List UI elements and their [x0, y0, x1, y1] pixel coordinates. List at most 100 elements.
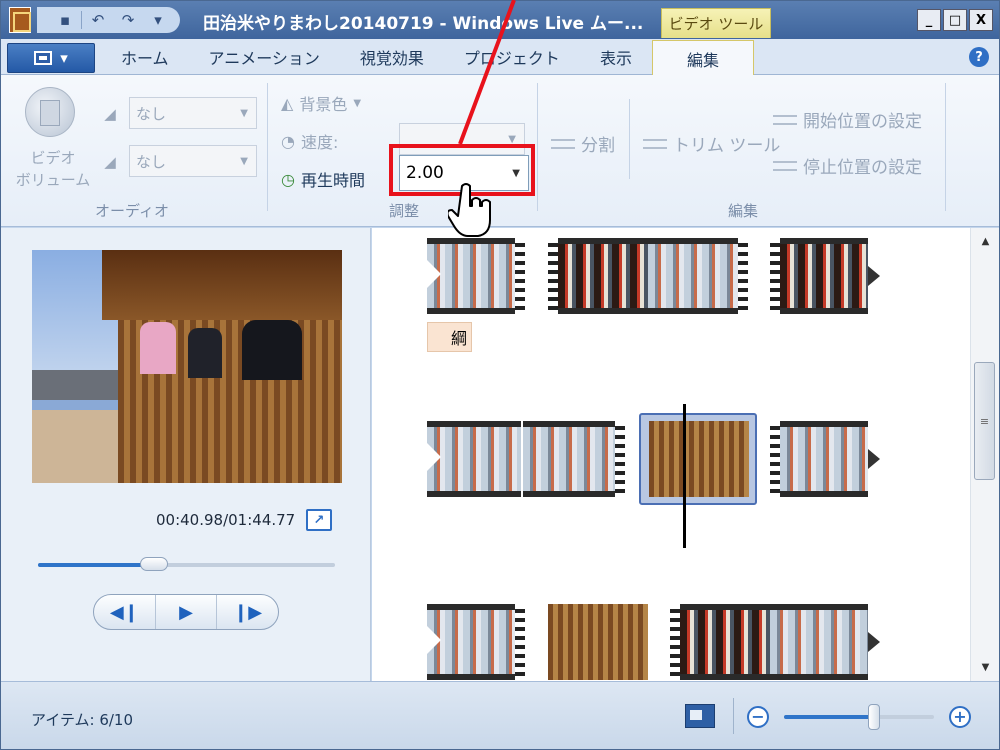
seek-bar-thumb[interactable]: [139, 557, 168, 571]
preview-person: [140, 322, 176, 374]
storyboard-scrollbar[interactable]: ▲ ≡ ▼: [970, 228, 999, 681]
seek-bar-fill: [38, 563, 154, 567]
fade-out-icon: ◢: [104, 153, 116, 171]
fade-in-select[interactable]: なし ▼: [129, 97, 257, 129]
play-button[interactable]: ▶: [154, 595, 217, 629]
fade-out-select[interactable]: なし ▼: [129, 145, 257, 177]
clip-thumbnail: [780, 238, 868, 314]
minimize-button[interactable]: _: [917, 9, 941, 31]
film-sprocket: [670, 604, 680, 680]
preview-monitor[interactable]: [32, 250, 342, 483]
set-end-point-button[interactable]: 停止位置の設定: [773, 153, 922, 178]
chevron-down-icon: ▼: [240, 108, 248, 119]
playhead[interactable]: [683, 404, 686, 548]
paint-bucket-icon: ◭: [281, 93, 294, 113]
fade-in-icon: ◢: [104, 105, 116, 123]
seek-bar[interactable]: [38, 563, 335, 567]
film-sprocket: [515, 238, 525, 314]
speaker-icon[interactable]: [25, 87, 75, 137]
clip-transition-marker: [427, 260, 441, 288]
clip-thumbnail: [649, 421, 749, 497]
ribbon-separator: [267, 83, 268, 211]
file-menu-button[interactable]: ▾: [7, 43, 95, 73]
storyboard-clip[interactable]: [427, 421, 627, 497]
item-count-status: アイテム: 6/10: [31, 711, 134, 729]
stopwatch-icon: ◷: [281, 169, 295, 189]
tab-animations[interactable]: アニメーション: [189, 39, 340, 75]
window-title: 田治米やりまわし20140719 - Windows Live ムー...: [203, 14, 644, 34]
tab-home[interactable]: ホーム: [101, 39, 189, 75]
movie-maker-app-icon[interactable]: [9, 7, 31, 33]
trim-tool-button[interactable]: トリム ツール: [643, 131, 780, 156]
zoom-slider-thumb[interactable]: [868, 704, 880, 730]
split-label: 分割: [581, 136, 615, 156]
film-sprocket: [548, 238, 558, 314]
storyboard-clip[interactable]: [548, 238, 748, 314]
clip-thumbnail: [558, 238, 648, 314]
background-color-button[interactable]: ◭ 背景色 ▼: [281, 91, 361, 115]
chevron-down-icon: ▼: [240, 156, 248, 167]
preview-person: [188, 328, 222, 378]
set-start-icon: [773, 114, 797, 125]
scroll-thumb[interactable]: ≡: [974, 362, 995, 480]
save-icon[interactable]: ▪: [51, 9, 79, 31]
storyboard-clip[interactable]: [427, 604, 525, 680]
clip-thumbnail: [427, 421, 521, 497]
video-volume-label-line2: ボリューム: [15, 171, 91, 189]
zoom-in-button[interactable]: +: [949, 706, 971, 728]
help-icon[interactable]: ?: [969, 47, 989, 67]
ribbon-separator: [945, 83, 946, 211]
film-sprocket: [738, 238, 748, 314]
qat-separator: [81, 11, 82, 29]
video-volume-button[interactable]: ビデオ ボリューム: [13, 147, 93, 191]
tab-view[interactable]: 表示: [580, 39, 652, 75]
speed-icon: ◔: [281, 131, 295, 151]
clip-transition-marker: [427, 626, 441, 654]
selected-clip[interactable]: [639, 413, 757, 505]
clip-thumbnail: [770, 604, 868, 680]
tab-edit[interactable]: 編集: [651, 40, 754, 77]
previous-frame-button[interactable]: ◀❙: [94, 595, 155, 629]
fullscreen-icon[interactable]: ↗: [306, 509, 332, 531]
zoom-slider-fill: [784, 715, 874, 719]
set-start-point-button[interactable]: 開始位置の設定: [773, 107, 922, 132]
undo-icon[interactable]: ↶: [84, 9, 112, 31]
storyboard-clip[interactable]: [770, 238, 882, 314]
storyboard-clip[interactable]: [670, 604, 882, 680]
window-controls: _ □ X: [917, 9, 993, 31]
tab-project[interactable]: プロジェクト: [444, 39, 580, 75]
next-frame-button[interactable]: ❙▶: [216, 595, 278, 629]
storyboard-clip[interactable]: [427, 238, 525, 314]
audio-group-label: オーディオ: [95, 202, 169, 220]
close-button[interactable]: X: [969, 9, 993, 31]
app-window: ▪ ↶ ↷ ▾ 田治米やりまわし20140719 - Windows Live …: [0, 0, 1000, 750]
split-button[interactable]: 分割: [551, 131, 615, 156]
preview-person: [242, 320, 302, 380]
caption-item[interactable]: 綱: [427, 322, 472, 352]
playback-controls: ◀❙ ▶ ❙▶: [93, 594, 279, 630]
fade-in-value: なし: [136, 104, 167, 123]
qat-dropdown-icon[interactable]: ▾: [144, 9, 172, 31]
preview-danjiri-roof: [102, 250, 342, 320]
film-sprocket: [770, 421, 780, 497]
ribbon-separator: [629, 99, 630, 179]
quick-access-toolbar: ▪ ↶ ↷ ▾: [37, 7, 180, 33]
clip-end-arrow: [868, 449, 880, 469]
storyboard-clip[interactable]: [770, 421, 882, 497]
speed-label: 速度:: [300, 133, 339, 152]
zoom-slider[interactable]: [784, 715, 934, 719]
storyboard-clip[interactable]: [548, 604, 648, 680]
maximize-button[interactable]: □: [943, 9, 967, 31]
film-sprocket: [770, 238, 780, 314]
storyboard-pane[interactable]: 綱: [372, 228, 970, 681]
scroll-up-icon[interactable]: ▲: [971, 230, 1000, 252]
ribbon-tabs: ホーム アニメーション 視覚効果 プロジェクト 表示 編集: [101, 39, 754, 77]
title-bar: ▪ ↶ ↷ ▾ 田治米やりまわし20140719 - Windows Live …: [1, 1, 999, 39]
scroll-down-icon[interactable]: ▼: [971, 656, 1000, 678]
tab-visual-effects[interactable]: 視覚効果: [340, 39, 444, 75]
redo-icon[interactable]: ↷: [114, 9, 142, 31]
clip-thumbnail: [548, 604, 648, 680]
zoom-out-button[interactable]: −: [747, 706, 769, 728]
thumbnail-size-icon[interactable]: [685, 704, 715, 728]
split-icon: [551, 138, 575, 149]
